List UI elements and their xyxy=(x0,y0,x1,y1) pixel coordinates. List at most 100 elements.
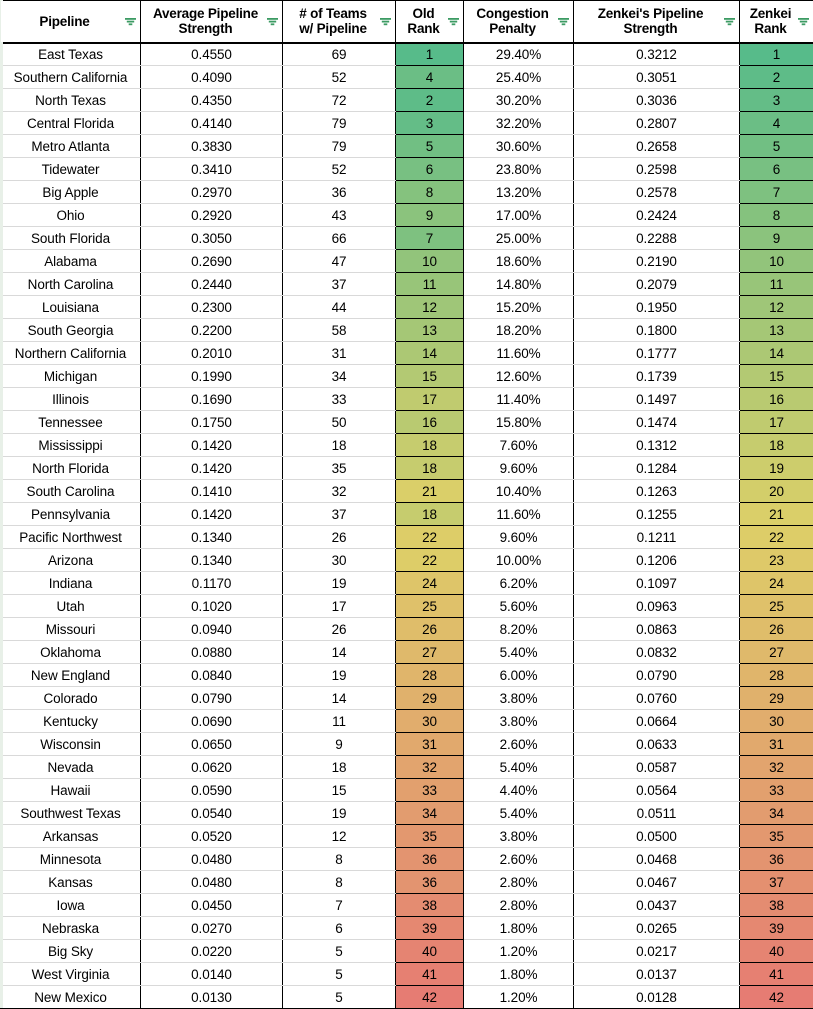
cell-pipeline[interactable]: Kansas xyxy=(1,871,141,894)
cell-zenkei_rank[interactable]: 3 xyxy=(740,89,813,112)
cell-pipeline[interactable]: Minnesota xyxy=(1,848,141,871)
cell-teams[interactable]: 8 xyxy=(283,871,396,894)
cell-zenkei_str[interactable]: 0.1474 xyxy=(574,411,740,434)
cell-teams[interactable]: 50 xyxy=(283,411,396,434)
cell-pipeline[interactable]: Pacific Northwest xyxy=(1,526,141,549)
cell-zenkei_str[interactable]: 0.1800 xyxy=(574,319,740,342)
cell-avg[interactable]: 0.2010 xyxy=(141,342,283,365)
filter-icon[interactable] xyxy=(267,16,278,27)
cell-avg[interactable]: 0.4140 xyxy=(141,112,283,135)
cell-old_rank[interactable]: 35 xyxy=(396,825,464,848)
cell-avg[interactable]: 0.1340 xyxy=(141,526,283,549)
cell-congestion[interactable]: 6.20% xyxy=(464,572,574,595)
cell-congestion[interactable]: 3.80% xyxy=(464,710,574,733)
cell-congestion[interactable]: 1.20% xyxy=(464,940,574,963)
cell-avg[interactable]: 0.0520 xyxy=(141,825,283,848)
cell-teams[interactable]: 11 xyxy=(283,710,396,733)
cell-pipeline[interactable]: Oklahoma xyxy=(1,641,141,664)
cell-pipeline[interactable]: Central Florida xyxy=(1,112,141,135)
cell-zenkei_rank[interactable]: 17 xyxy=(740,411,813,434)
cell-congestion[interactable]: 5.40% xyxy=(464,641,574,664)
cell-congestion[interactable]: 2.80% xyxy=(464,871,574,894)
cell-teams[interactable]: 5 xyxy=(283,963,396,986)
cell-zenkei_str[interactable]: 0.2598 xyxy=(574,158,740,181)
cell-teams[interactable]: 79 xyxy=(283,135,396,158)
cell-zenkei_str[interactable]: 0.0511 xyxy=(574,802,740,825)
cell-zenkei_str[interactable]: 0.0664 xyxy=(574,710,740,733)
cell-avg[interactable]: 0.0220 xyxy=(141,940,283,963)
cell-old_rank[interactable]: 13 xyxy=(396,319,464,342)
cell-pipeline[interactable]: Mississippi xyxy=(1,434,141,457)
cell-teams[interactable]: 72 xyxy=(283,89,396,112)
cell-pipeline[interactable]: Southwest Texas xyxy=(1,802,141,825)
cell-zenkei_str[interactable]: 0.0137 xyxy=(574,963,740,986)
cell-old_rank[interactable]: 1 xyxy=(396,43,464,66)
cell-congestion[interactable]: 9.60% xyxy=(464,526,574,549)
cell-congestion[interactable]: 3.80% xyxy=(464,825,574,848)
cell-zenkei_rank[interactable]: 1 xyxy=(740,43,813,66)
cell-pipeline[interactable]: Alabama xyxy=(1,250,141,273)
cell-zenkei_str[interactable]: 0.3212 xyxy=(574,43,740,66)
cell-pipeline[interactable]: South Florida xyxy=(1,227,141,250)
cell-teams[interactable]: 37 xyxy=(283,273,396,296)
cell-zenkei_str[interactable]: 0.0587 xyxy=(574,756,740,779)
cell-teams[interactable]: 19 xyxy=(283,572,396,595)
cell-avg[interactable]: 0.2440 xyxy=(141,273,283,296)
cell-old_rank[interactable]: 33 xyxy=(396,779,464,802)
cell-old_rank[interactable]: 15 xyxy=(396,365,464,388)
cell-zenkei_str[interactable]: 0.0467 xyxy=(574,871,740,894)
cell-zenkei_rank[interactable]: 37 xyxy=(740,871,813,894)
cell-avg[interactable]: 0.1170 xyxy=(141,572,283,595)
cell-teams[interactable]: 33 xyxy=(283,388,396,411)
cell-congestion[interactable]: 6.00% xyxy=(464,664,574,687)
cell-teams[interactable]: 19 xyxy=(283,802,396,825)
cell-avg[interactable]: 0.0790 xyxy=(141,687,283,710)
cell-teams[interactable]: 43 xyxy=(283,204,396,227)
cell-pipeline[interactable]: New England xyxy=(1,664,141,687)
cell-zenkei_str[interactable]: 0.0760 xyxy=(574,687,740,710)
cell-old_rank[interactable]: 36 xyxy=(396,871,464,894)
cell-teams[interactable]: 18 xyxy=(283,434,396,457)
cell-zenkei_rank[interactable]: 11 xyxy=(740,273,813,296)
cell-teams[interactable]: 34 xyxy=(283,365,396,388)
cell-zenkei_str[interactable]: 0.2807 xyxy=(574,112,740,135)
cell-zenkei_rank[interactable]: 35 xyxy=(740,825,813,848)
cell-congestion[interactable]: 5.60% xyxy=(464,595,574,618)
column-header-teams[interactable]: # of Teamsw/ Pipeline xyxy=(283,1,396,43)
cell-congestion[interactable]: 12.60% xyxy=(464,365,574,388)
cell-avg[interactable]: 0.4090 xyxy=(141,66,283,89)
cell-congestion[interactable]: 2.60% xyxy=(464,848,574,871)
cell-avg[interactable]: 0.0840 xyxy=(141,664,283,687)
cell-old_rank[interactable]: 41 xyxy=(396,963,464,986)
cell-pipeline[interactable]: Metro Atlanta xyxy=(1,135,141,158)
cell-congestion[interactable]: 4.40% xyxy=(464,779,574,802)
cell-teams[interactable]: 15 xyxy=(283,779,396,802)
cell-avg[interactable]: 0.0590 xyxy=(141,779,283,802)
cell-old_rank[interactable]: 39 xyxy=(396,917,464,940)
cell-zenkei_str[interactable]: 0.1777 xyxy=(574,342,740,365)
cell-zenkei_str[interactable]: 0.2190 xyxy=(574,250,740,273)
cell-old_rank[interactable]: 9 xyxy=(396,204,464,227)
cell-pipeline[interactable]: Missouri xyxy=(1,618,141,641)
cell-zenkei_rank[interactable]: 16 xyxy=(740,388,813,411)
cell-zenkei_rank[interactable]: 32 xyxy=(740,756,813,779)
cell-zenkei_str[interactable]: 0.0963 xyxy=(574,595,740,618)
cell-teams[interactable]: 32 xyxy=(283,480,396,503)
cell-congestion[interactable]: 5.40% xyxy=(464,756,574,779)
cell-avg[interactable]: 0.0480 xyxy=(141,848,283,871)
cell-congestion[interactable]: 1.20% xyxy=(464,986,574,1009)
cell-avg[interactable]: 0.0540 xyxy=(141,802,283,825)
filter-icon[interactable] xyxy=(558,16,569,27)
cell-avg[interactable]: 0.0140 xyxy=(141,963,283,986)
cell-zenkei_str[interactable]: 0.0832 xyxy=(574,641,740,664)
cell-avg[interactable]: 0.0450 xyxy=(141,894,283,917)
cell-teams[interactable]: 5 xyxy=(283,940,396,963)
cell-pipeline[interactable]: Wisconsin xyxy=(1,733,141,756)
cell-zenkei_rank[interactable]: 34 xyxy=(740,802,813,825)
column-header-pipeline[interactable]: Pipeline xyxy=(1,1,141,43)
cell-pipeline[interactable]: Northern California xyxy=(1,342,141,365)
cell-pipeline[interactable]: New Mexico xyxy=(1,986,141,1009)
cell-congestion[interactable]: 11.40% xyxy=(464,388,574,411)
cell-teams[interactable]: 58 xyxy=(283,319,396,342)
cell-avg[interactable]: 0.3410 xyxy=(141,158,283,181)
